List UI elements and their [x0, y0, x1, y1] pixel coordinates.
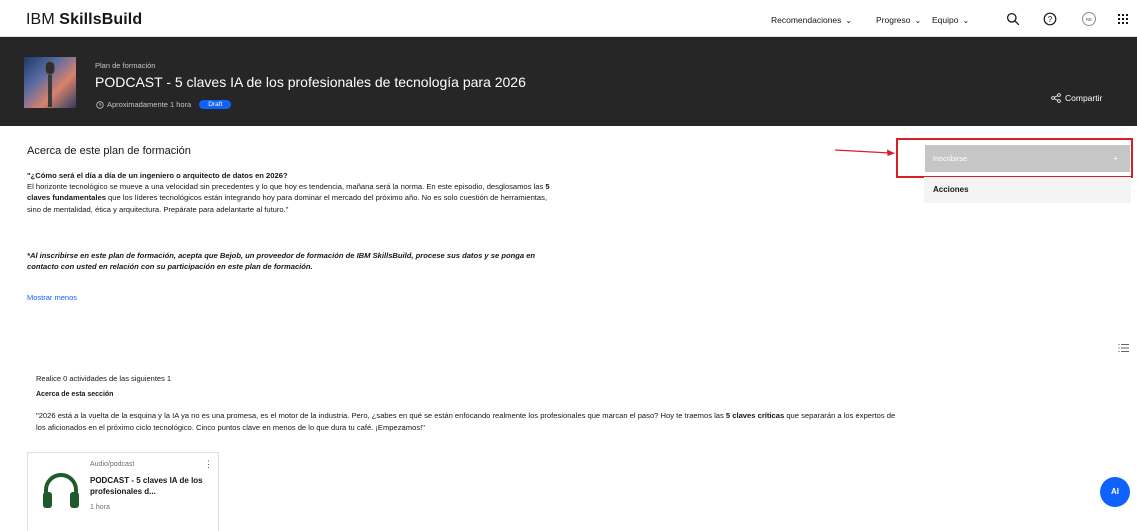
enroll-label: Inscribirse	[933, 154, 968, 163]
show-less-link[interactable]: Mostrar menos	[27, 293, 77, 302]
activity-count: Realice 0 actividades de las siguientes …	[36, 374, 172, 383]
legal-notice: *Al inscribirse en este plan de formació…	[27, 251, 536, 272]
avatar[interactable]: RE	[1082, 12, 1096, 26]
nav-equipo[interactable]: Equipo ⌄	[932, 15, 969, 25]
ai-assistant-button[interactable]: AI	[1100, 477, 1130, 507]
svg-text:?: ?	[1048, 15, 1053, 24]
card-title[interactable]: PODCAST - 5 claves IA de los profesional…	[90, 476, 206, 497]
about-heading: Acerca de este plan de formación	[27, 145, 191, 157]
share-button[interactable]: Compartir	[1051, 93, 1102, 103]
nav-progreso[interactable]: Progreso ⌄	[876, 15, 921, 25]
section-description: "2026 está a la vuelta de la esquina y l…	[36, 410, 896, 433]
microphone-icon	[45, 61, 55, 75]
brand-ibm: IBM	[26, 11, 60, 28]
nav-label: Equipo	[932, 15, 959, 25]
top-navigation: IBM SkillsBuild Recomendaciones ⌄ Progres…	[0, 0, 1137, 37]
hero-meta: Aproximadamente 1 hora Draft	[96, 100, 232, 109]
nav-label: Recomendaciones	[771, 15, 842, 25]
help-icon[interactable]: ?	[1042, 11, 1058, 27]
card-duration: 1 hora	[90, 504, 110, 511]
clock-icon	[96, 100, 104, 109]
section-text-bold: 5 claves críticas	[725, 411, 785, 420]
headphones-icon	[40, 469, 82, 516]
brand-logo[interactable]: IBM SkillsBuild	[26, 11, 142, 29]
plus-icon: +	[1113, 154, 1118, 163]
overflow-menu-icon[interactable]: ⋮	[204, 459, 213, 470]
share-label: Compartir	[1065, 93, 1103, 103]
podcast-thumbnail	[24, 57, 76, 108]
ai-label: AI	[1111, 486, 1119, 496]
duration-text: Aproximadamente 1 hora	[107, 100, 192, 109]
share-icon	[1051, 93, 1061, 103]
section-text-a: "2026 está a la vuelta de la esquina y l…	[36, 411, 726, 420]
card-type: Audio/podcast	[90, 461, 135, 468]
status-badge: Draft	[199, 100, 232, 109]
about-text-a: El horizonte tecnológico se mueve a una …	[27, 182, 546, 191]
avatar-initials: RE	[1085, 16, 1093, 22]
nav-recomendaciones[interactable]: Recomendaciones ⌄	[771, 15, 852, 25]
chevron-down-icon: ⌄	[914, 16, 922, 25]
hero-kicker: Plan de formación	[95, 61, 156, 70]
about-paragraph: El horizonte tecnológico se mueve a una …	[27, 181, 557, 215]
annotation-arrow	[835, 149, 895, 156]
search-icon[interactable]	[1005, 11, 1021, 27]
page-title: PODCAST - 5 claves IA de los profesional…	[95, 74, 526, 90]
about-text-b: que los líderes tecnológicos están integ…	[27, 193, 548, 214]
about-question: "¿Cómo será el día a día de un ingeniero…	[27, 171, 288, 180]
brand-skillsbuild: SkillsBuild	[59, 11, 143, 28]
chevron-down-icon: ⌄	[845, 16, 853, 25]
section-heading: Acerca de esta sección	[36, 391, 114, 398]
chevron-down-icon: ⌄	[962, 16, 970, 25]
actions-button[interactable]: Acciones	[924, 177, 1131, 203]
activity-card[interactable]: Audio/podcast PODCAST - 5 claves IA de l…	[27, 452, 219, 531]
app-switcher-icon[interactable]	[1115, 11, 1131, 27]
enroll-button[interactable]: Inscribirse +	[925, 145, 1130, 172]
list-view-icon[interactable]	[1118, 340, 1130, 358]
nav-label: Progreso	[876, 15, 911, 25]
